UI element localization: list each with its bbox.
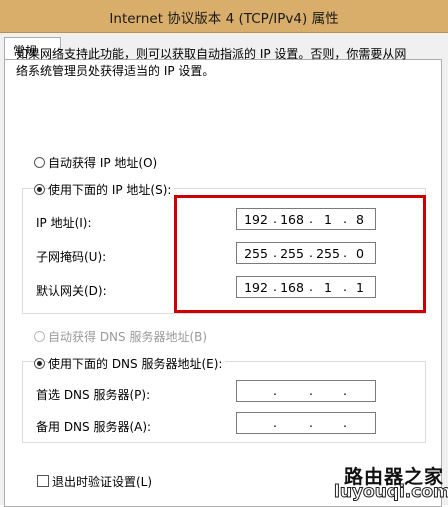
ip-manual-label[interactable]: 使用下面的 IP 地址(S): <box>48 181 175 198</box>
watermark-url: luyouqi.com <box>334 482 448 503</box>
ip-manual-radio[interactable] <box>34 184 45 195</box>
octet-dot: . <box>343 415 347 430</box>
dns-manual-label[interactable]: 使用下面的 DNS 服务器地址(E): <box>48 355 226 372</box>
alternate-dns-input[interactable]: . . . <box>236 412 376 434</box>
ip-auto-radio[interactable] <box>34 157 45 168</box>
intro-text: 如果网络支持此功能，则可以获取自动指派的 IP 设置。否则，你需要从网 络系统管… <box>16 46 426 80</box>
highlight-box <box>174 195 426 313</box>
dns-auto-label[interactable]: 自动获得 DNS 服务器地址(B) <box>48 328 207 345</box>
intro-line-2: 络系统管理员处获得适当的 IP 设置。 <box>16 64 215 78</box>
octet-dot: . <box>273 415 277 430</box>
octet-dot: . <box>309 383 313 398</box>
window-title: Internet 协议版本 4 (TCP/IPv4) 属性 <box>109 11 339 27</box>
intro-line-1: 如果网络支持此功能，则可以获取自动指派的 IP 设置。否则，你需要从网 <box>16 47 407 61</box>
octet-dot: . <box>343 383 347 398</box>
octet-dot: . <box>309 415 313 430</box>
dns-auto-radio[interactable] <box>34 331 45 342</box>
subnet-mask-label: 子网掩码(U): <box>36 250 107 264</box>
preferred-dns-input[interactable]: . . . <box>236 380 376 402</box>
preferred-dns-label: 首选 DNS 服务器(P): <box>36 388 151 402</box>
title-bar[interactable]: Internet 协议版本 4 (TCP/IPv4) 属性 <box>0 0 448 33</box>
ip-auto-label[interactable]: 自动获得 IP 地址(O) <box>48 154 157 171</box>
validate-checkbox[interactable] <box>37 475 49 487</box>
dns-manual-radio[interactable] <box>34 358 45 369</box>
validate-label[interactable]: 退出时验证设置(L) <box>52 473 152 490</box>
ip-address-label: IP 地址(I): <box>36 216 92 230</box>
octet-dot: . <box>273 383 277 398</box>
watermark-logo: 路由器之家 luyouqi.com <box>332 462 448 503</box>
alternate-dns-label: 备用 DNS 服务器(A): <box>36 420 152 434</box>
default-gateway-label: 默认网关(D): <box>36 284 107 298</box>
